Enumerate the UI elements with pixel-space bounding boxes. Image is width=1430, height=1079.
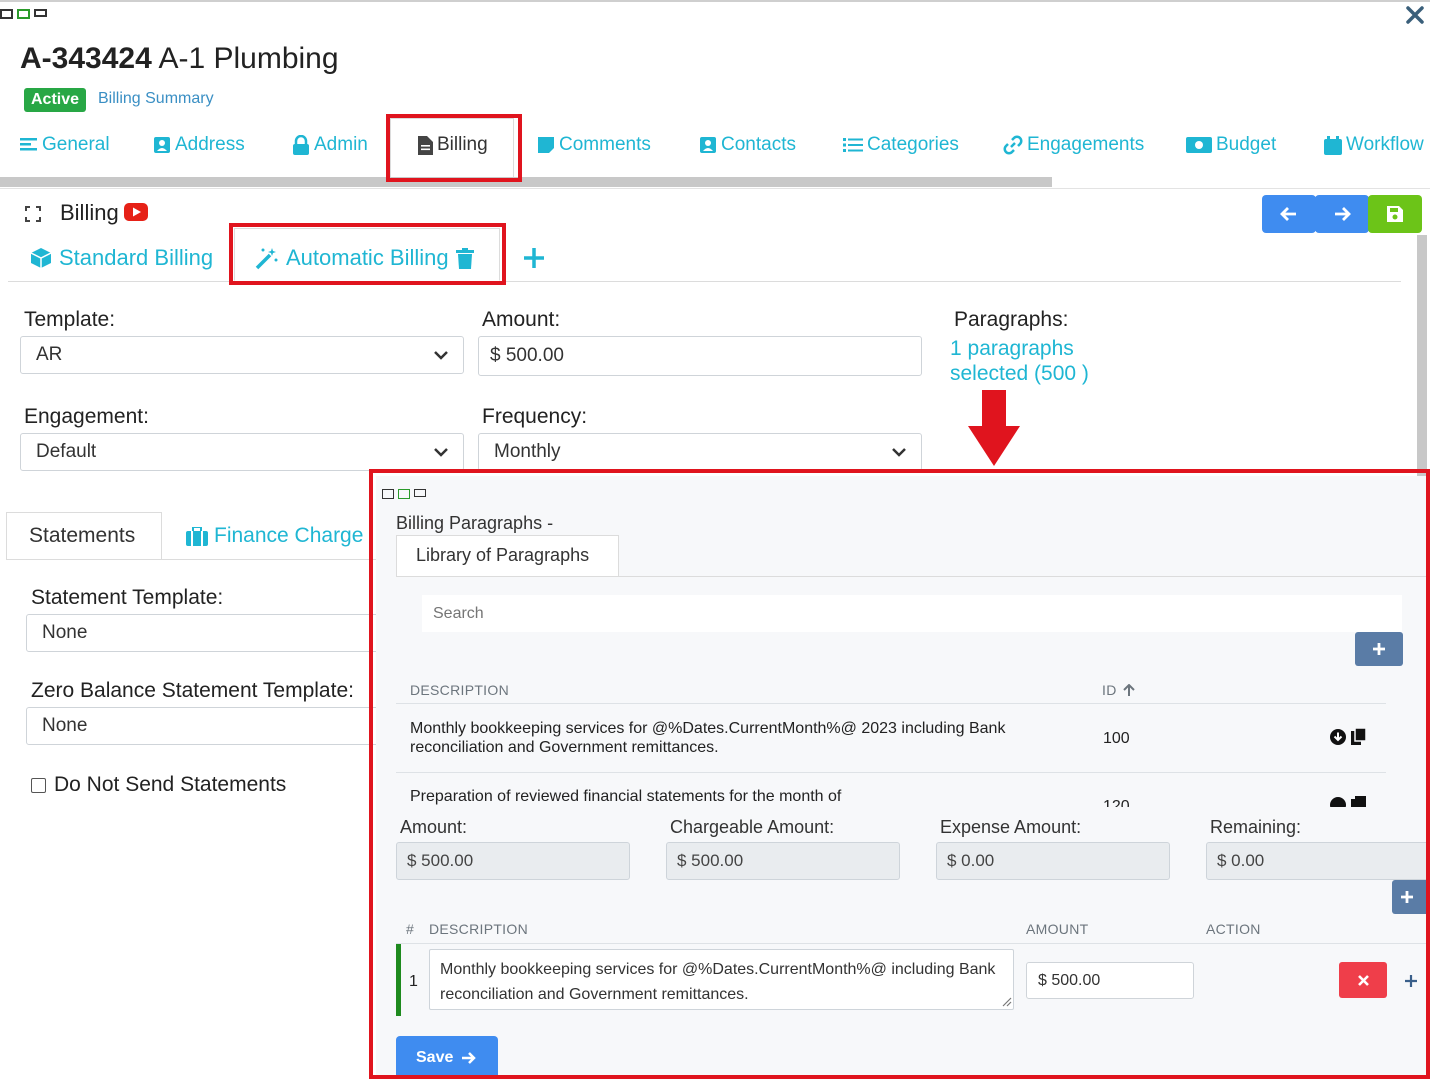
contact-card-icon xyxy=(154,137,170,153)
align-left-icon xyxy=(20,138,37,151)
minimize-icon[interactable] xyxy=(0,9,13,19)
tab-admin[interactable]: Admin xyxy=(292,134,368,156)
tab-statements[interactable]: Statements xyxy=(29,524,135,548)
maximize-icon[interactable] xyxy=(34,9,47,17)
divider xyxy=(0,188,1430,189)
template-label: Template: xyxy=(24,308,116,331)
tab-engagements[interactable]: Engagements xyxy=(1003,134,1144,156)
previous-button[interactable] xyxy=(1262,195,1316,233)
window-controls[interactable] xyxy=(0,9,47,19)
do-not-send-row[interactable]: Do Not Send Statements xyxy=(31,773,286,797)
arrow-right-icon xyxy=(1335,207,1351,221)
tab-finance-charge[interactable]: Finance Charge xyxy=(186,524,363,548)
paragraphs-label: Paragraphs: xyxy=(954,308,1069,331)
youtube-icon[interactable] xyxy=(124,203,148,226)
floppy-save-icon xyxy=(1387,206,1403,222)
tab-comments[interactable]: Comments xyxy=(537,134,651,156)
page-scrollbar[interactable] xyxy=(1417,235,1427,485)
tab-general[interactable]: General xyxy=(20,134,110,156)
subtab-standard-billing[interactable]: Standard Billing xyxy=(30,245,213,271)
amount-label: Amount: xyxy=(482,308,561,331)
calendar-icon xyxy=(1324,135,1342,155)
status-badge: Active xyxy=(24,88,87,112)
highlight-automatic-billing xyxy=(229,223,506,285)
zero-balance-label: Zero Balance Statement Template: xyxy=(31,679,354,702)
statement-template-label: Statement Template: xyxy=(31,586,224,609)
page-title: A-343424 A-1 Plumbing xyxy=(20,42,339,76)
zero-balance-select[interactable]: None xyxy=(26,707,386,745)
record-id: A-343424 xyxy=(20,42,152,75)
tabs-scrollbar[interactable] xyxy=(0,177,1052,187)
highlight-billing-tab xyxy=(386,114,522,182)
lock-icon xyxy=(293,135,309,155)
chevron-down-icon xyxy=(434,447,448,457)
billing-title: Billing xyxy=(60,200,119,225)
link-icon xyxy=(1003,135,1023,155)
paragraphs-selected-link[interactable]: 1 paragraphs selected (500 ) xyxy=(950,336,1110,386)
window-top-border xyxy=(0,0,1430,2)
list-icon xyxy=(843,138,863,152)
tab-address[interactable]: Address xyxy=(153,134,245,156)
money-icon xyxy=(1186,137,1212,153)
billing-summary-link[interactable]: Billing Summary xyxy=(98,90,214,108)
statements-divider xyxy=(6,559,386,560)
save-icon-button[interactable] xyxy=(1368,195,1422,233)
tab-categories[interactable]: Categories xyxy=(843,134,959,156)
tab-workflow[interactable]: Workflow xyxy=(1324,134,1424,156)
cube-icon xyxy=(30,248,52,268)
note-icon xyxy=(538,137,554,153)
tab-budget[interactable]: Budget xyxy=(1186,134,1276,156)
expand-icon[interactable] xyxy=(25,206,41,227)
chevron-down-icon xyxy=(434,350,448,360)
record-name: A-1 Plumbing xyxy=(158,42,339,75)
arrow-left-icon xyxy=(1280,207,1296,221)
engagement-select[interactable]: Default xyxy=(20,433,464,471)
amount-input[interactable]: $ 500.00 xyxy=(478,336,922,376)
add-billing-icon[interactable] xyxy=(523,247,545,274)
do-not-send-checkbox[interactable] xyxy=(31,777,46,793)
engagement-label: Engagement: xyxy=(24,405,149,428)
contact-card-icon xyxy=(700,137,716,153)
statement-template-select[interactable]: None xyxy=(26,614,386,652)
frequency-select[interactable]: Monthly xyxy=(478,433,922,471)
do-not-send-label: Do Not Send Statements xyxy=(54,773,287,796)
highlight-billing-paragraphs-dialog xyxy=(369,469,1430,1079)
restore-icon[interactable] xyxy=(17,9,30,19)
close-icon[interactable] xyxy=(1404,4,1426,31)
tab-contacts[interactable]: Contacts xyxy=(699,134,796,156)
briefcase-icon xyxy=(186,526,208,546)
chevron-down-icon xyxy=(892,447,906,457)
red-arrow-annotation xyxy=(968,390,1020,471)
next-button[interactable] xyxy=(1315,195,1369,233)
template-select[interactable]: AR xyxy=(20,336,464,374)
subtab-divider xyxy=(8,281,1401,282)
frequency-label: Frequency: xyxy=(482,405,588,428)
